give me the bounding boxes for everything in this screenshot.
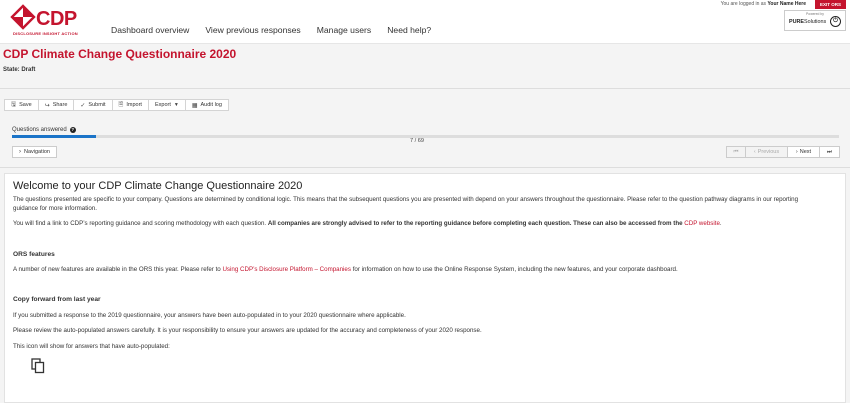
cdp-logo[interactable]: CDP DISCLOSURE INSIGHT ACTION [10, 4, 80, 38]
guidance-end: . [719, 220, 722, 227]
save-label: Save [19, 102, 32, 108]
pure-logo-icon: ⏻ [830, 16, 841, 27]
navigation-label: Navigation [24, 149, 50, 155]
progress-label: Questions answered? [12, 127, 76, 133]
audit-log-button[interactable]: ▦ Audit log [185, 99, 229, 111]
exit-ors-button[interactable]: EXIT ORS [814, 0, 846, 9]
welcome-title: Welcome to your CDP Climate Change Quest… [13, 180, 303, 192]
login-info: You are logged in as Your Name Here [721, 1, 806, 7]
check-icon: ✓ [80, 102, 86, 109]
save-button[interactable]: 🖫 Save [4, 99, 39, 111]
progress-label-text: Questions answered [12, 127, 67, 133]
copy-paragraph-3: This icon will show for answers that hav… [13, 343, 170, 350]
next-button[interactable]: › Next [788, 146, 820, 158]
welcome-card: Welcome to your CDP Climate Change Quest… [4, 173, 846, 403]
powered-by-badge: Powered by PURESolutions ⏻ [784, 10, 846, 31]
divider [0, 167, 850, 168]
submit-label: Submit [88, 102, 106, 108]
state-label: State: Draft [3, 67, 36, 73]
cdp-logo-icon [10, 4, 36, 30]
ors-features-heading: ORS features [13, 251, 55, 258]
ors-text-post: for information on how to use the Online… [350, 266, 678, 273]
audit-icon: ▦ [191, 102, 198, 109]
copy-paragraph-2: Please review the auto-populated answers… [13, 327, 482, 334]
ors-paragraph: A number of new features are available i… [13, 266, 823, 275]
powered-brand: PURESolutions [789, 19, 826, 25]
submit-button[interactable]: ✓ Submit [74, 99, 113, 111]
first-page-icon: ⏮ [733, 148, 739, 155]
nav-view-previous-responses[interactable]: View previous responses [205, 25, 300, 35]
export-label: Export [154, 102, 171, 108]
nav-manage-users[interactable]: Manage users [317, 25, 371, 35]
import-icon: 🗎 [118, 102, 124, 108]
chevron-right-icon: › [19, 149, 21, 155]
page-title: CDP Climate Change Questionnaire 2020 [3, 47, 237, 61]
copy-icon [31, 358, 45, 374]
guidance-text: You will find a link to CDP’s reporting … [13, 220, 268, 227]
progress-bar [12, 135, 839, 138]
export-dropdown[interactable]: Export ▼ [148, 99, 186, 111]
next-label: Next [799, 149, 812, 155]
previous-button[interactable]: ‹ Previous [746, 146, 788, 158]
toolbar: 🖫 Save ↪ Share ✓ Submit 🗎 Import Export ▼ ▦ Au… [4, 99, 229, 111]
top-bar: CDP DISCLOSURE INSIGHT ACTION Dashboard … [0, 0, 850, 44]
cdp-website-link[interactable]: CDP website [684, 220, 720, 227]
progress-count: 7 / 69 [410, 138, 424, 144]
last-page-button[interactable]: ⏭ [820, 146, 840, 158]
import-button[interactable]: 🗎 Import [112, 99, 149, 111]
chevron-left-icon: ‹ [753, 149, 756, 155]
navigation-button[interactable]: › Navigation [12, 146, 57, 158]
audit-label: Audit log [200, 102, 222, 108]
login-prefix: You are logged in as [720, 1, 767, 7]
disclosure-platform-link[interactable]: Using CDP’s Disclosure Platform – Compan… [222, 266, 351, 273]
progress-bar-fill [12, 135, 96, 138]
first-page-button[interactable]: ⏮ [726, 146, 746, 158]
last-page-icon: ⏭ [827, 148, 832, 155]
guidance-bold-text: All companies are strongly advised to re… [267, 220, 685, 227]
logo-text: CDP [36, 8, 77, 30]
help-icon[interactable]: ? [69, 127, 76, 133]
pager: ⏮ ‹ Previous › Next ⏭ [726, 146, 840, 158]
powered-brand-bold: PURE [789, 19, 804, 25]
save-icon: 🖫 [11, 102, 17, 108]
caret-down-icon: ▼ [173, 102, 179, 108]
logo-tagline: DISCLOSURE INSIGHT ACTION [13, 31, 78, 36]
ors-text-pre: A number of new features are available i… [13, 266, 223, 273]
copy-paragraph-1: If you submitted a response to the 2019 … [13, 312, 406, 319]
previous-label: Previous [757, 149, 780, 155]
share-button[interactable]: ↪ Share [38, 99, 75, 111]
user-name: Your Name Here [767, 1, 806, 7]
divider [0, 88, 850, 89]
copy-forward-heading: Copy forward from last year [13, 296, 101, 303]
share-icon: ↪ [44, 102, 50, 109]
nav-dashboard-overview[interactable]: Dashboard overview [111, 25, 189, 35]
nav-need-help[interactable]: Need help? [387, 25, 431, 35]
share-label: Share [52, 102, 68, 108]
intro-paragraph: The questions presented are specific to … [13, 196, 799, 212]
main-nav: Dashboard overview View previous respons… [111, 25, 447, 35]
import-label: Import [126, 102, 142, 108]
guidance-paragraph: You will find a link to CDP’s reporting … [13, 220, 823, 229]
powered-brand-rest: Solutions [803, 19, 827, 25]
chevron-right-icon: › [795, 149, 798, 155]
